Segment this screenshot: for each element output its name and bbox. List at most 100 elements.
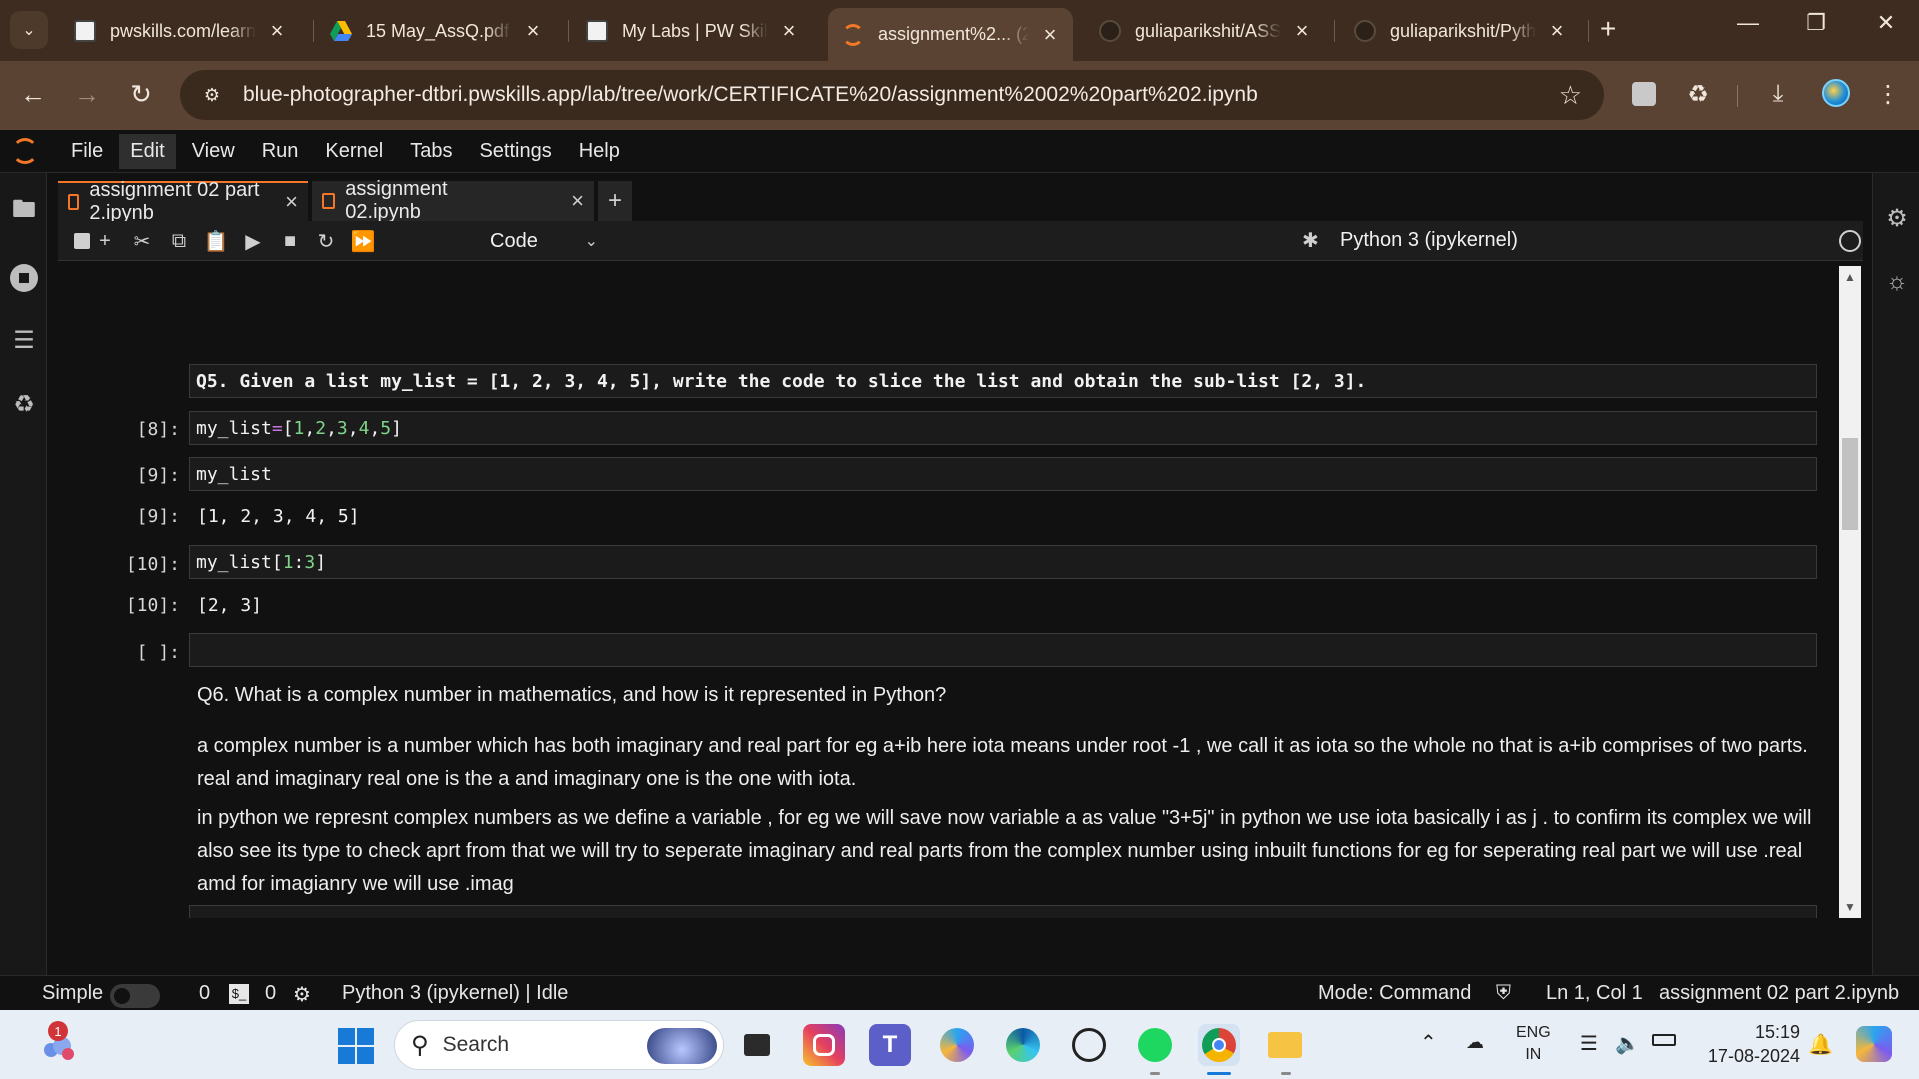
restart-button[interactable]: ↻ (312, 227, 340, 255)
copilot-app[interactable] (936, 1024, 978, 1066)
task-view-button[interactable] (736, 1024, 778, 1066)
new-launcher-button[interactable]: + (598, 181, 632, 221)
onedrive-icon[interactable]: ☁ (1466, 1032, 1484, 1053)
doc-tab-assignment-02-part-2[interactable]: assignment 02 part 2.ipynb × (58, 179, 308, 224)
notebook-mode[interactable]: Mode: Command (1318, 982, 1471, 1005)
browser-tab-1[interactable]: pwskills.com/learn × (60, 8, 300, 54)
extensions-menu-button[interactable]: ♻ (1682, 78, 1714, 110)
instagram-app[interactable] (803, 1024, 845, 1066)
tab-search-button[interactable]: ⌄ (10, 11, 48, 49)
scroll-down-icon[interactable]: ▼ (1844, 900, 1856, 914)
next-cell-input[interactable] (189, 905, 1817, 918)
interrupt-button[interactable]: ■ (276, 227, 304, 255)
menu-view[interactable]: View (181, 134, 246, 169)
whatsapp-app[interactable] (1068, 1024, 1110, 1066)
forward-button[interactable]: → (70, 79, 104, 110)
battery-icon[interactable] (1652, 1034, 1676, 1046)
kernel-count: 0 (265, 982, 277, 1004)
menu-kernel[interactable]: Kernel (314, 134, 394, 169)
cursor-position[interactable]: Ln 1, Col 1 (1546, 982, 1643, 1005)
doc-tab-assignment-02[interactable]: assignment 02.ipynb × (312, 178, 594, 223)
debugger-toggle-icon[interactable]: ✱ (1302, 228, 1319, 253)
close-window-button[interactable]: ✕ (1866, 10, 1906, 36)
insert-cell-button[interactable]: + (91, 227, 119, 255)
close-icon[interactable]: × (524, 18, 542, 44)
browser-tab-6[interactable]: guliaparikshit/Pyth × (1340, 8, 1580, 54)
taskbar-search[interactable]: ⚲ Search (394, 1020, 724, 1070)
menu-tabs[interactable]: Tabs (399, 134, 463, 169)
scroll-up-icon[interactable]: ▲ (1844, 270, 1856, 284)
chrome-app[interactable] (1198, 1024, 1240, 1066)
new-tab-button[interactable]: + (1600, 13, 1616, 45)
copy-button[interactable]: ⧉ (165, 227, 193, 255)
downloads-button[interactable]: ⤓ (1762, 78, 1794, 110)
wifi-icon[interactable]: ☰ (1580, 1031, 1598, 1056)
menu-file[interactable]: File (60, 134, 114, 169)
language-indicator[interactable]: ENG IN (1516, 1022, 1551, 1066)
debugger-icon[interactable]: ☼ (1880, 265, 1914, 299)
chevron-up-icon[interactable]: ⌃ (1420, 1030, 1437, 1055)
table-of-contents-icon[interactable]: ☰ (7, 323, 41, 357)
url-text[interactable]: blue-photographer-dtbri.pwskills.app/lab… (243, 83, 1258, 107)
empty-cell-input[interactable] (189, 633, 1817, 667)
browser-tab-2[interactable]: 15 May_AssQ.pdf × (316, 8, 556, 54)
profile-avatar[interactable] (1822, 79, 1850, 107)
browser-tab-5[interactable]: guliaparikshit/ASSI × (1085, 8, 1325, 54)
paste-button[interactable]: 📋 (202, 227, 230, 255)
notification-bell-icon[interactable]: 🔔 (1808, 1032, 1833, 1057)
restore-button[interactable]: ❐ (1796, 10, 1836, 36)
close-icon[interactable]: × (1548, 18, 1566, 44)
taskbar-clock[interactable]: 15:19 17-08-2024 (1700, 1020, 1800, 1068)
menu-edit[interactable]: Edit (119, 133, 176, 169)
terminal-icon[interactable]: $_ (229, 984, 249, 1004)
close-icon[interactable]: × (285, 189, 298, 215)
q5-markdown-cell[interactable]: Q5. Given a list my_list = [1, 2, 3, 4, … (189, 364, 1817, 398)
close-icon[interactable]: × (780, 18, 798, 44)
cell-9-input[interactable]: my_list (189, 457, 1817, 491)
cell-type-select[interactable]: Code ⌄ (482, 225, 602, 257)
explorer-running-indicator (1281, 1072, 1291, 1075)
copilot-pre-icon[interactable] (1856, 1026, 1892, 1062)
back-button[interactable]: ← (16, 79, 50, 110)
browser-tab-3[interactable]: My Labs | PW Skills × (572, 8, 812, 54)
folder-icon[interactable]: 🖿 (7, 195, 41, 229)
file-explorer-app[interactable] (1264, 1024, 1306, 1066)
bookmark-star-icon[interactable]: ☆ (1559, 80, 1582, 111)
notebook-scrollbar[interactable]: ▲ ▼ (1839, 266, 1861, 918)
minimize-button[interactable]: — (1728, 10, 1768, 36)
volume-icon[interactable]: 🔈 (1615, 1031, 1640, 1056)
browser-tab-4-active[interactable]: assignment%2... (2 × (828, 8, 1073, 61)
close-icon[interactable]: × (1041, 22, 1059, 48)
notebook-panel[interactable]: Q5. Given a list my_list = [1, 2, 3, 4, … (58, 261, 1863, 918)
cell-10-input[interactable]: my_list[1:3] (189, 545, 1817, 579)
extension-button[interactable] (1628, 78, 1660, 110)
spotify-app[interactable] (1134, 1024, 1176, 1066)
teams-app[interactable]: T (869, 1024, 911, 1066)
edge-app[interactable] (1002, 1024, 1044, 1066)
extension-manager-icon[interactable]: ♻ (7, 387, 41, 421)
reload-button[interactable]: ↻ (124, 79, 158, 110)
cell-8-input[interactable]: my_list=[1,2,3,4,5] (189, 411, 1817, 445)
kernel-gear-icon[interactable]: ⚙ (293, 982, 311, 1007)
kernel-state[interactable]: Python 3 (ipykernel) | Idle (342, 982, 568, 1005)
address-bar[interactable]: ⚙ blue-photographer-dtbri.pwskills.app/l… (180, 70, 1604, 120)
tab-separator (1334, 20, 1335, 42)
site-info-icon[interactable]: ⚙ (198, 84, 226, 106)
close-icon[interactable]: × (1293, 18, 1311, 44)
running-kernels-icon[interactable] (7, 261, 41, 295)
start-button[interactable] (338, 1028, 374, 1064)
close-icon[interactable]: × (268, 18, 286, 44)
cut-button[interactable]: ✂ (128, 227, 156, 255)
menu-settings[interactable]: Settings (468, 134, 562, 169)
close-icon[interactable]: × (571, 188, 584, 214)
menu-help[interactable]: Help (568, 134, 631, 169)
menu-run[interactable]: Run (251, 134, 310, 169)
simple-mode-toggle[interactable] (110, 984, 160, 1008)
kernel-name[interactable]: Python 3 (ipykernel) (1340, 229, 1518, 252)
property-inspector-icon[interactable]: ⚙ (1880, 201, 1914, 235)
run-button[interactable]: ▶ (239, 227, 267, 255)
scrollbar-thumb[interactable] (1842, 438, 1858, 530)
chrome-menu-button[interactable]: ⋮ (1872, 78, 1904, 110)
cell-9-output-prompt: [9]: (136, 506, 180, 527)
restart-run-all-button[interactable]: ⏩ (349, 227, 377, 255)
